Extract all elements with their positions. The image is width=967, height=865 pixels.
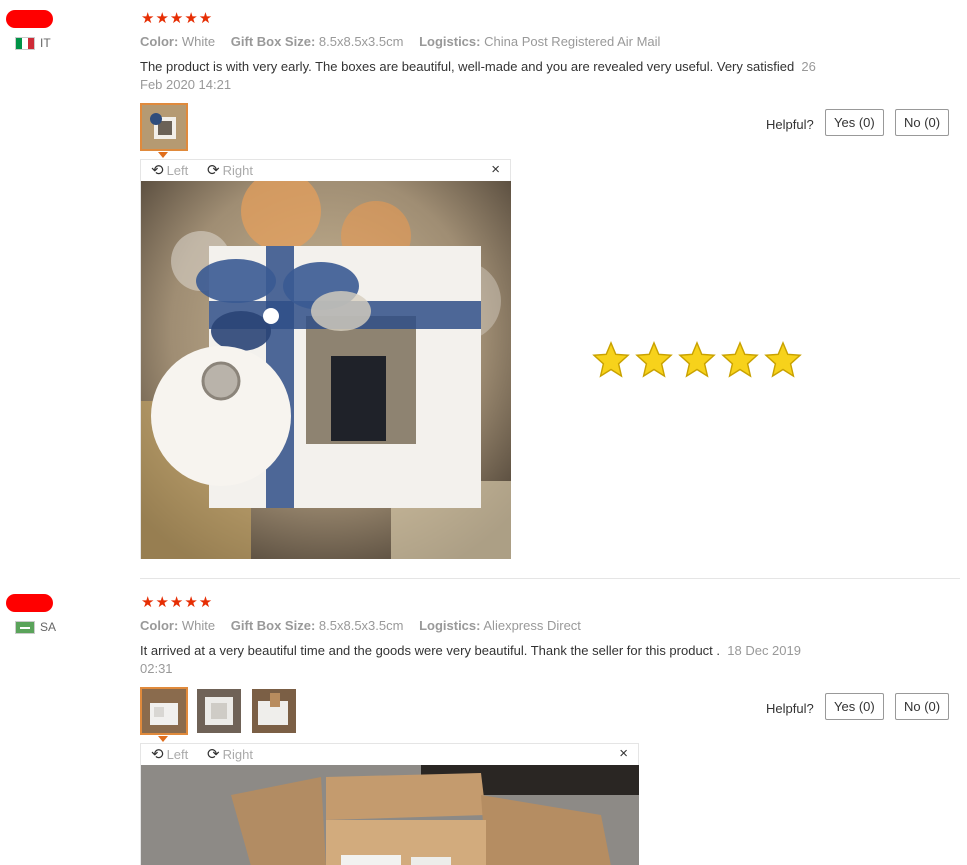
thumbnail-pointer-icon (158, 736, 168, 742)
rotate-left-icon: ⟲ (151, 162, 164, 179)
helpful-yes-button[interactable]: Yes (0) (825, 693, 884, 720)
size-label: Gift Box Size: (230, 618, 316, 633)
color-label: Color: (140, 618, 179, 633)
review-item: SA ★★★★★ Color: White Gift Box Size: 8.5… (0, 584, 967, 865)
italy-flag-icon (15, 37, 35, 50)
product-attributes: Color: White Gift Box Size: 8.5x8.5x3.5c… (140, 34, 672, 49)
rotate-right-button[interactable]: ⟳ Right (207, 161, 253, 179)
close-icon[interactable]: × (491, 161, 500, 178)
logistics-value: China Post Registered Air Mail (484, 34, 661, 49)
thumbnail-pointer-icon (158, 152, 168, 158)
logistics-label: Logistics: (419, 618, 481, 633)
rotate-left-button[interactable]: ⟲ Left (151, 161, 188, 179)
helpful-no-button[interactable]: No (0) (895, 693, 950, 720)
helpful-no-button[interactable]: No (0) (895, 109, 950, 136)
size-label: Gift Box Size: (230, 34, 316, 49)
helpful-yes-button[interactable]: Yes (0) (825, 109, 884, 136)
gold-star-icon (635, 341, 673, 378)
rotate-right-label: Right (222, 162, 253, 178)
rotate-left-label: Left (166, 162, 189, 178)
gold-star-icon (592, 341, 630, 378)
decorative-gold-stars (592, 341, 802, 379)
gold-star-icon (721, 341, 759, 378)
helpful-label: Helpful? (766, 701, 814, 716)
rating-stars: ★★★★★ (141, 10, 214, 27)
review-photo-thumbnail[interactable] (250, 687, 298, 735)
rotate-right-button[interactable]: ⟳ Right (207, 745, 253, 763)
color-value: White (181, 34, 216, 49)
color-label: Color: (140, 34, 179, 49)
review-item: IT ★★★★★ Color: White Gift Box Size: 8.5… (0, 0, 967, 580)
review-body: The product is with very early. The boxe… (140, 59, 795, 74)
photo-viewer-toolbar: ⟲ Left ⟳ Right × (141, 744, 638, 765)
product-attributes: Color: White Gift Box Size: 8.5x8.5x3.5c… (140, 618, 593, 633)
gold-star-icon (678, 341, 716, 378)
review-text: It arrived at a very beautiful time and … (140, 642, 840, 678)
size-value: 8.5x8.5x3.5cm (318, 618, 404, 633)
review-photo-thumbnail[interactable] (140, 687, 188, 735)
review-photo-large (141, 181, 511, 559)
rotate-right-label: Right (222, 746, 253, 762)
review-photo-thumbnail[interactable] (140, 103, 188, 151)
rotate-left-button[interactable]: ⟲ Left (151, 745, 188, 763)
review-body: It arrived at a very beautiful time and … (140, 643, 721, 658)
close-icon[interactable]: × (619, 745, 628, 762)
review-date-part2: 02:31 (140, 661, 173, 676)
review-date-part1: 18 Dec 2019 (727, 643, 801, 658)
redacted-username (6, 10, 53, 28)
photo-viewer: ⟲ Left ⟳ Right × (140, 159, 511, 559)
review-date-part2: Feb 2020 14:21 (140, 77, 232, 92)
gold-star-icon (764, 341, 802, 378)
photo-viewer-toolbar: ⟲ Left ⟳ Right × (141, 160, 510, 181)
saudi-flag-icon (15, 621, 35, 634)
review-divider (140, 578, 960, 579)
helpful-label: Helpful? (766, 117, 814, 132)
rotate-right-icon: ⟳ (207, 746, 220, 763)
review-photo-thumbnail[interactable] (195, 687, 243, 735)
logistics-label: Logistics: (419, 34, 481, 49)
rotate-right-icon: ⟳ (207, 162, 220, 179)
color-value: White (181, 618, 216, 633)
size-value: 8.5x8.5x3.5cm (318, 34, 404, 49)
photo-viewer: ⟲ Left ⟳ Right × (140, 743, 639, 865)
rating-stars: ★★★★★ (141, 594, 214, 611)
rotate-left-icon: ⟲ (151, 746, 164, 763)
country-code: IT (40, 36, 51, 50)
review-date-part1: 26 (801, 59, 816, 74)
review-text: The product is with very early. The boxe… (140, 58, 840, 94)
logistics-value: Aliexpress Direct (483, 618, 581, 633)
rotate-left-label: Left (166, 746, 189, 762)
country-code: SA (40, 620, 57, 634)
redacted-username (6, 594, 53, 612)
review-photo-large (141, 765, 639, 865)
